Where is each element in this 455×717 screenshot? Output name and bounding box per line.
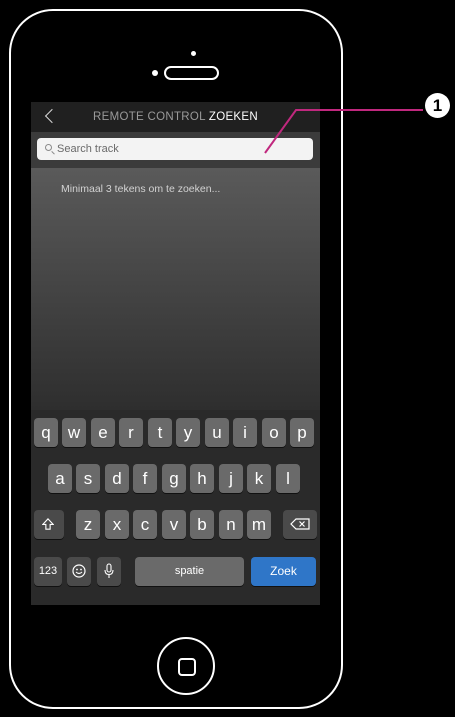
key-u[interactable]: u xyxy=(205,418,229,447)
title-suffix: ZOEKEN xyxy=(208,111,258,123)
microphone-key[interactable] xyxy=(97,557,121,586)
backspace-icon xyxy=(290,518,310,530)
search-bar xyxy=(31,132,320,168)
search-action-key[interactable]: Zoek xyxy=(251,557,316,586)
speaker-icon xyxy=(164,66,219,80)
key-t[interactable]: t xyxy=(148,418,172,447)
key-s[interactable]: s xyxy=(76,464,100,493)
search-field[interactable] xyxy=(37,138,313,160)
key-f[interactable]: f xyxy=(133,464,157,493)
keyboard: q w e r t y u i o p a s d f g h j k l z … xyxy=(31,410,320,605)
key-a[interactable]: a xyxy=(48,464,72,493)
search-icon xyxy=(45,144,52,151)
home-square-icon xyxy=(178,658,196,676)
page-title: REMOTE CONTROL ZOEKEN xyxy=(31,102,320,132)
key-x[interactable]: x xyxy=(105,510,129,539)
key-j[interactable]: j xyxy=(219,464,243,493)
emoji-icon xyxy=(72,564,86,578)
shift-icon xyxy=(42,518,54,530)
key-q[interactable]: q xyxy=(34,418,58,447)
shift-key[interactable] xyxy=(34,510,64,539)
key-i[interactable]: i xyxy=(233,418,257,447)
results-area: Minimaal 3 tekens om te zoeken... xyxy=(31,168,320,410)
key-n[interactable]: n xyxy=(219,510,243,539)
key-r[interactable]: r xyxy=(119,418,143,447)
key-y[interactable]: y xyxy=(176,418,200,447)
title-prefix: REMOTE CONTROL xyxy=(93,111,206,123)
key-h[interactable]: h xyxy=(190,464,214,493)
search-input[interactable] xyxy=(57,138,307,160)
callout-badge: 1 xyxy=(425,93,450,118)
microphone-icon xyxy=(104,563,114,578)
sensor-icon xyxy=(152,70,158,76)
key-g[interactable]: g xyxy=(162,464,186,493)
backspace-key[interactable] xyxy=(283,510,317,539)
camera-icon xyxy=(191,51,196,56)
key-v[interactable]: v xyxy=(162,510,186,539)
space-key[interactable]: spatie xyxy=(135,557,244,586)
key-z[interactable]: z xyxy=(76,510,100,539)
key-e[interactable]: e xyxy=(91,418,115,447)
key-p[interactable]: p xyxy=(290,418,314,447)
key-k[interactable]: k xyxy=(247,464,271,493)
home-button[interactable] xyxy=(157,637,215,695)
nav-bar: REMOTE CONTROL ZOEKEN xyxy=(31,102,320,132)
search-hint: Minimaal 3 tekens om te zoeken... xyxy=(61,183,221,195)
key-l[interactable]: l xyxy=(276,464,300,493)
key-m[interactable]: m xyxy=(247,510,271,539)
key-o[interactable]: o xyxy=(262,418,286,447)
key-b[interactable]: b xyxy=(190,510,214,539)
emoji-key[interactable] xyxy=(67,557,91,586)
key-d[interactable]: d xyxy=(105,464,129,493)
app-screen: REMOTE CONTROL ZOEKEN Minimaal 3 tekens … xyxy=(31,102,320,605)
numbers-key[interactable]: 123 xyxy=(34,557,62,586)
key-c[interactable]: c xyxy=(133,510,157,539)
key-w[interactable]: w xyxy=(62,418,86,447)
